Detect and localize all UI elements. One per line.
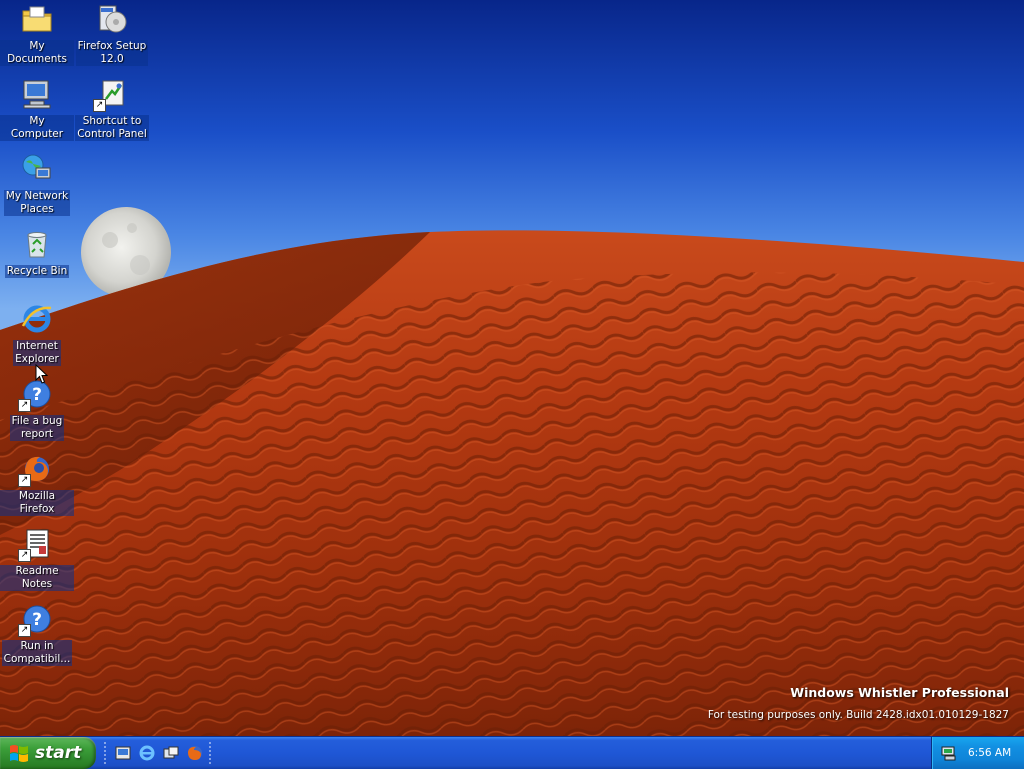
desktop-icon-my-documents[interactable]: My Documents — [0, 2, 74, 66]
os-branding-title: Windows Whistler Professional — [790, 685, 1009, 700]
desktop-icon-label: Shortcut to Control Panel — [75, 115, 149, 141]
internet-explorer-icon — [139, 745, 155, 761]
desktop[interactable]: My Documents Firefox Setup 12.0 My Compu… — [0, 0, 1024, 736]
desktop-icon-label: Internet Explorer — [13, 340, 61, 366]
mouse-cursor-icon — [35, 364, 48, 384]
desktop-icon-file-a-bug-report[interactable]: ? ↗ File a bug report — [0, 377, 74, 441]
computer-icon — [20, 77, 54, 111]
svg-text:?: ? — [32, 610, 42, 630]
installer-icon — [95, 2, 129, 36]
desktop-icon-label: Firefox Setup 12.0 — [75, 40, 149, 66]
desktop-icon-recycle-bin[interactable]: Recycle Bin — [0, 227, 74, 278]
taskbar: start 6:56 AM — [0, 736, 1024, 769]
notes-icon: ↗ — [18, 527, 54, 562]
toolbar-grip[interactable] — [209, 742, 214, 764]
desktop-icon-label: Readme Notes — [0, 565, 74, 591]
desktop-icon-label: Mozilla Firefox — [0, 490, 74, 516]
show-desktop-icon — [115, 746, 131, 760]
desktop-icon-label: My Network Places — [3, 190, 71, 216]
start-button[interactable]: start — [0, 737, 96, 769]
wallpaper — [0, 0, 1024, 736]
shortcut-arrow-icon: ↗ — [18, 399, 31, 412]
quick-launch-firefox[interactable] — [185, 743, 205, 763]
desktop-icon-label: My Computer — [0, 115, 74, 141]
svg-text:?: ? — [32, 385, 42, 405]
firefox-icon — [188, 746, 202, 760]
firefox-icon: ↗ — [18, 452, 54, 487]
os-build-info: For testing purposes only. Build 2428.id… — [707, 709, 1009, 721]
shortcut-arrow-icon: ↗ — [18, 624, 31, 637]
shortcut-arrow-icon: ↗ — [18, 474, 31, 487]
desktop-icon-mozilla-firefox[interactable]: ↗ Mozilla Firefox — [0, 452, 74, 516]
quick-launch-toolbar — [104, 742, 214, 764]
windows-logo-icon — [10, 745, 28, 762]
desktop-icon-control-panel[interactable]: ↗ Shortcut to Control Panel — [75, 77, 149, 141]
desktop-icon-label: Recycle Bin — [4, 265, 70, 278]
internet-explorer-icon — [20, 302, 54, 336]
shortcut-arrow-icon: ↗ — [18, 549, 31, 562]
desktop-icon-my-computer[interactable]: My Computer — [0, 77, 74, 141]
desktop-icon-run-in-compatibility[interactable]: ? ↗ Run in Compatibil... — [0, 602, 74, 666]
quick-launch-media[interactable] — [161, 743, 181, 763]
desktop-icon-readme-notes[interactable]: ↗ Readme Notes — [0, 527, 74, 591]
desktop-icon-label: Run in Compatibil... — [1, 640, 73, 666]
desktop-icon-firefox-setup[interactable]: Firefox Setup 12.0 — [75, 2, 149, 66]
start-label: start — [35, 743, 82, 763]
recycle-bin-icon — [20, 227, 54, 261]
desktop-icon-label: My Documents — [0, 40, 74, 66]
shortcut-arrow-icon: ↗ — [93, 99, 106, 112]
control-panel-icon: ↗ — [93, 77, 129, 112]
media-icon — [163, 746, 179, 759]
help-icon: ? ↗ — [18, 602, 54, 637]
system-tray: 6:56 AM — [931, 737, 1024, 769]
quick-launch-internet-explorer[interactable] — [137, 743, 157, 763]
folder-icon — [20, 2, 54, 36]
toolbar-grip[interactable] — [104, 742, 109, 764]
quick-launch-show-desktop[interactable] — [113, 743, 133, 763]
desktop-icon-my-network-places[interactable]: My Network Places — [0, 152, 74, 216]
clock[interactable]: 6:56 AM — [968, 747, 1011, 759]
desktop-icon-internet-explorer[interactable]: Internet Explorer — [0, 302, 74, 366]
network-status-icon[interactable] — [940, 744, 958, 762]
network-icon — [20, 152, 54, 186]
desktop-icon-label: File a bug report — [9, 415, 65, 441]
